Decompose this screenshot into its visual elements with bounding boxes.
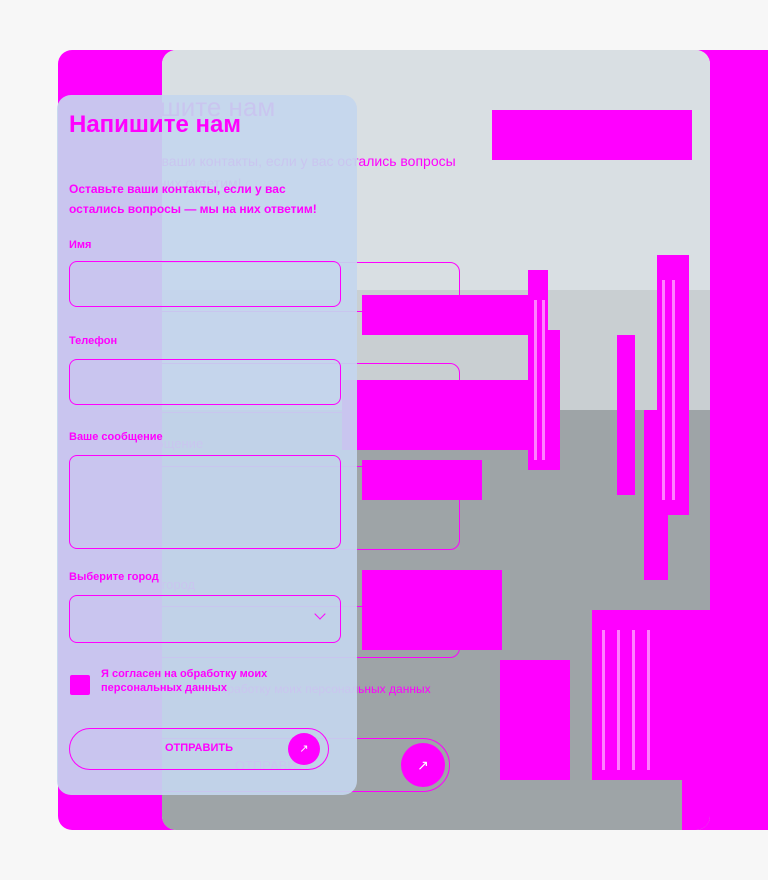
name-input[interactable]: [70, 262, 340, 306]
arrow-up-right-icon: ↗: [288, 733, 320, 765]
form-title: Напишите нам: [69, 111, 242, 138]
form-subtitle: Оставьте ваши контакты, если у вас остал…: [69, 182, 317, 216]
phone-input[interactable]: [70, 360, 340, 404]
consent-checkbox[interactable]: [70, 675, 90, 695]
city-select[interactable]: [69, 595, 341, 643]
contact-form-card: Напишите нам Оставьте ваши контакты, есл…: [57, 95, 357, 795]
message-field-wrapper: [69, 455, 341, 549]
ghost-chevron-down-icon: [427, 620, 444, 637]
phone-label: Телефон: [69, 335, 118, 347]
message-textarea[interactable]: [70, 456, 340, 548]
chevron-down-icon: [314, 608, 326, 620]
message-label: Ваше сообщение: [69, 431, 163, 443]
name-field-wrapper: [69, 261, 341, 307]
phone-field-wrapper: [69, 359, 341, 405]
consent-text: Я согласен на обработку моих персональны…: [101, 668, 268, 694]
ghost-arrow-up-right-icon: ↗: [401, 743, 445, 787]
name-label: Имя: [69, 239, 92, 251]
city-label: Выберите город: [69, 571, 159, 583]
submit-button[interactable]: ОТПРАВИТЬ ↗: [69, 728, 329, 770]
